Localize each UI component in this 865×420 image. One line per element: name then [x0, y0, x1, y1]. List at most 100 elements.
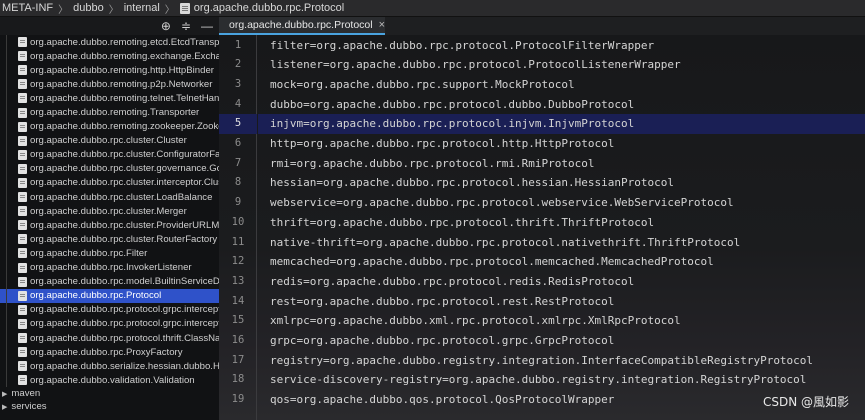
tree-indent-guide: [6, 232, 7, 247]
tree-item[interactable]: org.apache.dubbo.rpc.model.BuiltinServic…: [0, 274, 219, 289]
line-number: 3: [234, 77, 242, 90]
tree-item[interactable]: org.apache.dubbo.remoting.etcd.EtcdTrans…: [0, 35, 219, 50]
tree-item[interactable]: org.apache.dubbo.rpc.cluster.Cluster: [0, 133, 219, 148]
code-line[interactable]: filter=org.apache.dubbo.rpc.protocol.Pro…: [258, 36, 865, 56]
line-number: 11: [231, 235, 245, 248]
tree-indent-guide: [6, 77, 7, 92]
tree-indent-guide: [6, 274, 7, 289]
breadcrumb-item-meta-inf[interactable]: META-INF: [2, 2, 53, 14]
tree-item-label: org.apache.dubbo.remoting.zookeeper.Zook…: [30, 121, 219, 133]
line-number: 6: [234, 137, 242, 149]
tree-item[interactable]: org.apache.dubbo.remoting.telnet.TelnetH…: [0, 91, 219, 106]
tree-indent-guide: [6, 175, 7, 191]
tree-item-label: org.apache.dubbo.rpc.cluster.interceptor…: [30, 177, 219, 189]
tree-item-label: org.apache.dubbo.remoting.p2p.Networker: [30, 78, 213, 90]
tree-dir-maven[interactable]: ▶ maven: [0, 387, 219, 400]
tree-item[interactable]: org.apache.dubbo.rpc.protocol.grpc.inter…: [0, 316, 219, 331]
tree-item[interactable]: org.apache.dubbo.validation.Validation: [0, 373, 219, 388]
tree-item[interactable]: org.apache.dubbo.rpc.cluster.LoadBalance: [0, 190, 219, 205]
tree-item-label: org.apache.dubbo.remoting.Transporter: [30, 107, 200, 119]
line-number: 4: [234, 97, 242, 110]
line-number: 16: [231, 334, 245, 346]
code-line[interactable]: registry=org.apache.dubbo.registry.integ…: [258, 351, 865, 371]
tree-item-label: org.apache.dubbo.validation.Validation: [30, 374, 195, 386]
tree-indent-guide: [6, 49, 7, 64]
tree-item[interactable]: org.apache.dubbo.rpc.cluster.governance.…: [0, 161, 219, 176]
code-line-current[interactable]: injvm=org.apache.dubbo.rpc.protocol.injv…: [258, 114, 865, 134]
collapse-all-icon[interactable]: ≑: [181, 20, 191, 32]
code-line[interactable]: listener=org.apache.dubbo.rpc.protocol.P…: [258, 55, 865, 75]
chevron-right-icon: ▶: [2, 403, 8, 411]
file-icon: [18, 79, 27, 90]
tree-item-label: org.apache.dubbo.serialize.hessian.dubbo…: [30, 360, 219, 372]
tree-item[interactable]: org.apache.dubbo.serialize.hessian.dubbo…: [0, 359, 219, 374]
tree-item[interactable]: org.apache.dubbo.remoting.http.HttpBinde…: [0, 63, 219, 78]
tree-indent-guide: [6, 35, 7, 50]
line-number: 17: [231, 353, 245, 366]
tree-item[interactable]: org.apache.dubbo.rpc.Filter: [0, 246, 219, 261]
tree-item-label: org.apache.dubbo.rpc.Filter: [30, 247, 148, 259]
tree-item[interactable]: org.apache.dubbo.remoting.p2p.Networker: [0, 77, 219, 92]
code-line[interactable]: webservice=org.apache.dubbo.rpc.protocol…: [258, 193, 865, 213]
tab-protocol-file[interactable]: org.apache.dubbo.rpc.Protocol ×: [219, 17, 385, 35]
tree-item[interactable]: org.apache.dubbo.rpc.protocol.grpc.inter…: [0, 302, 219, 317]
code-line[interactable]: hessian=org.apache.dubbo.rpc.protocol.he…: [258, 173, 865, 193]
tree-item[interactable]: org.apache.dubbo.rpc.cluster.RouterFacto…: [0, 232, 219, 247]
tree-item-label: org.apache.dubbo.rpc.protocol.thrift.Cla…: [30, 332, 219, 344]
file-icon: [18, 163, 27, 174]
tree-file-list: org.apache.dubbo.remoting.etcd.EtcdTrans…: [0, 35, 219, 388]
tree-toolbar: ⊕ ≑ —: [0, 17, 219, 35]
tree-dir-services[interactable]: ▶ services: [0, 400, 219, 413]
tree-item[interactable]: org.apache.dubbo.remoting.exchange.Excha…: [0, 49, 219, 64]
tree-item[interactable]: org.apache.dubbo.rpc.cluster.interceptor…: [0, 175, 219, 191]
tree-item[interactable]: org.apache.dubbo.remoting.Transporter: [0, 105, 219, 120]
file-icon: [18, 206, 27, 217]
file-icon: [18, 318, 27, 329]
tree-item-label: org.apache.dubbo.rpc.protocol.grpc.inter…: [30, 304, 219, 316]
code-line[interactable]: rest=org.apache.dubbo.rpc.protocol.rest.…: [258, 292, 865, 312]
tree-indent-guide: [6, 345, 7, 360]
code-line[interactable]: grpc=org.apache.dubbo.rpc.protocol.grpc.…: [258, 331, 865, 351]
close-icon[interactable]: ×: [379, 19, 385, 31]
tree-dir-label: services: [11, 401, 47, 413]
tab-label: org.apache.dubbo.rpc.Protocol: [229, 19, 373, 31]
file-icon: [18, 304, 27, 315]
tree-item[interactable]: org.apache.dubbo.rpc.cluster.Configurato…: [0, 147, 219, 162]
code-line[interactable]: xmlrpc=org.apache.dubbo.xml.rpc.protocol…: [258, 311, 865, 331]
code-line[interactable]: native-thrift=org.apache.dubbo.rpc.proto…: [258, 233, 865, 253]
tree-item[interactable]: org.apache.dubbo.rpc.cluster.Merger: [0, 204, 219, 219]
breadcrumb-item-file[interactable]: org.apache.dubbo.rpc.Protocol: [194, 2, 344, 14]
file-icon: [18, 375, 27, 386]
file-icon: [18, 290, 27, 301]
code-line[interactable]: redis=org.apache.dubbo.rpc.protocol.redi…: [258, 272, 865, 292]
hide-panel-icon[interactable]: —: [201, 20, 213, 32]
tree-item[interactable]: org.apache.dubbo.rpc.ProxyFactory: [0, 345, 219, 360]
chevron-right-icon: ▶: [2, 390, 8, 398]
code-line[interactable]: dubbo=org.apache.dubbo.rpc.protocol.dubb…: [258, 95, 865, 115]
file-icon: [18, 149, 27, 160]
code-line[interactable]: thrift=org.apache.dubbo.rpc.protocol.thr…: [258, 213, 865, 233]
code-line[interactable]: mock=org.apache.dubbo.rpc.support.MockPr…: [258, 75, 865, 95]
breadcrumb-separator: 〉: [58, 4, 69, 16]
breadcrumb-item-internal[interactable]: internal: [124, 2, 160, 14]
tree-dir-label: maven: [11, 388, 41, 400]
tree-item-label: org.apache.dubbo.rpc.ProxyFactory: [30, 346, 183, 358]
tree-indent-guide: [6, 373, 7, 388]
tree-item[interactable]: org.apache.dubbo.remoting.zookeeper.Zook…: [0, 119, 219, 134]
tree-item[interactable]: org.apache.dubbo.rpc.InvokerListener: [0, 260, 219, 275]
code-line[interactable]: memcached=org.apache.dubbo.rpc.protocol.…: [258, 252, 865, 272]
tree-item[interactable]: org.apache.dubbo.rpc.protocol.thrift.Cla…: [0, 330, 219, 346]
tree-item-label: org.apache.dubbo.remoting.telnet.TelnetH…: [30, 92, 219, 104]
code-editor[interactable]: 1 2 3 4 5 6 7 8 9 10 11 12 13 14 15 16 17 18 19 filter=org…: [219, 35, 865, 420]
breadcrumb-item-dubbo[interactable]: dubbo: [73, 2, 104, 14]
line-number: 2: [234, 58, 242, 71]
file-icon: [18, 347, 27, 358]
code-line[interactable]: rmi=org.apache.dubbo.rpc.protocol.rmi.Rm…: [258, 154, 865, 174]
code-line[interactable]: service-discovery-registry=org.apache.du…: [258, 370, 865, 390]
tree-indent-guide: [6, 330, 7, 346]
tree-item-selected[interactable]: org.apache.dubbo.rpc.Protocol: [0, 288, 219, 303]
locate-file-icon[interactable]: ⊕: [161, 20, 171, 32]
tree-item[interactable]: org.apache.dubbo.rpc.cluster.ProviderURL…: [0, 218, 219, 233]
tree-indent-guide: [6, 260, 7, 275]
code-line[interactable]: http=org.apache.dubbo.rpc.protocol.http.…: [258, 134, 865, 154]
